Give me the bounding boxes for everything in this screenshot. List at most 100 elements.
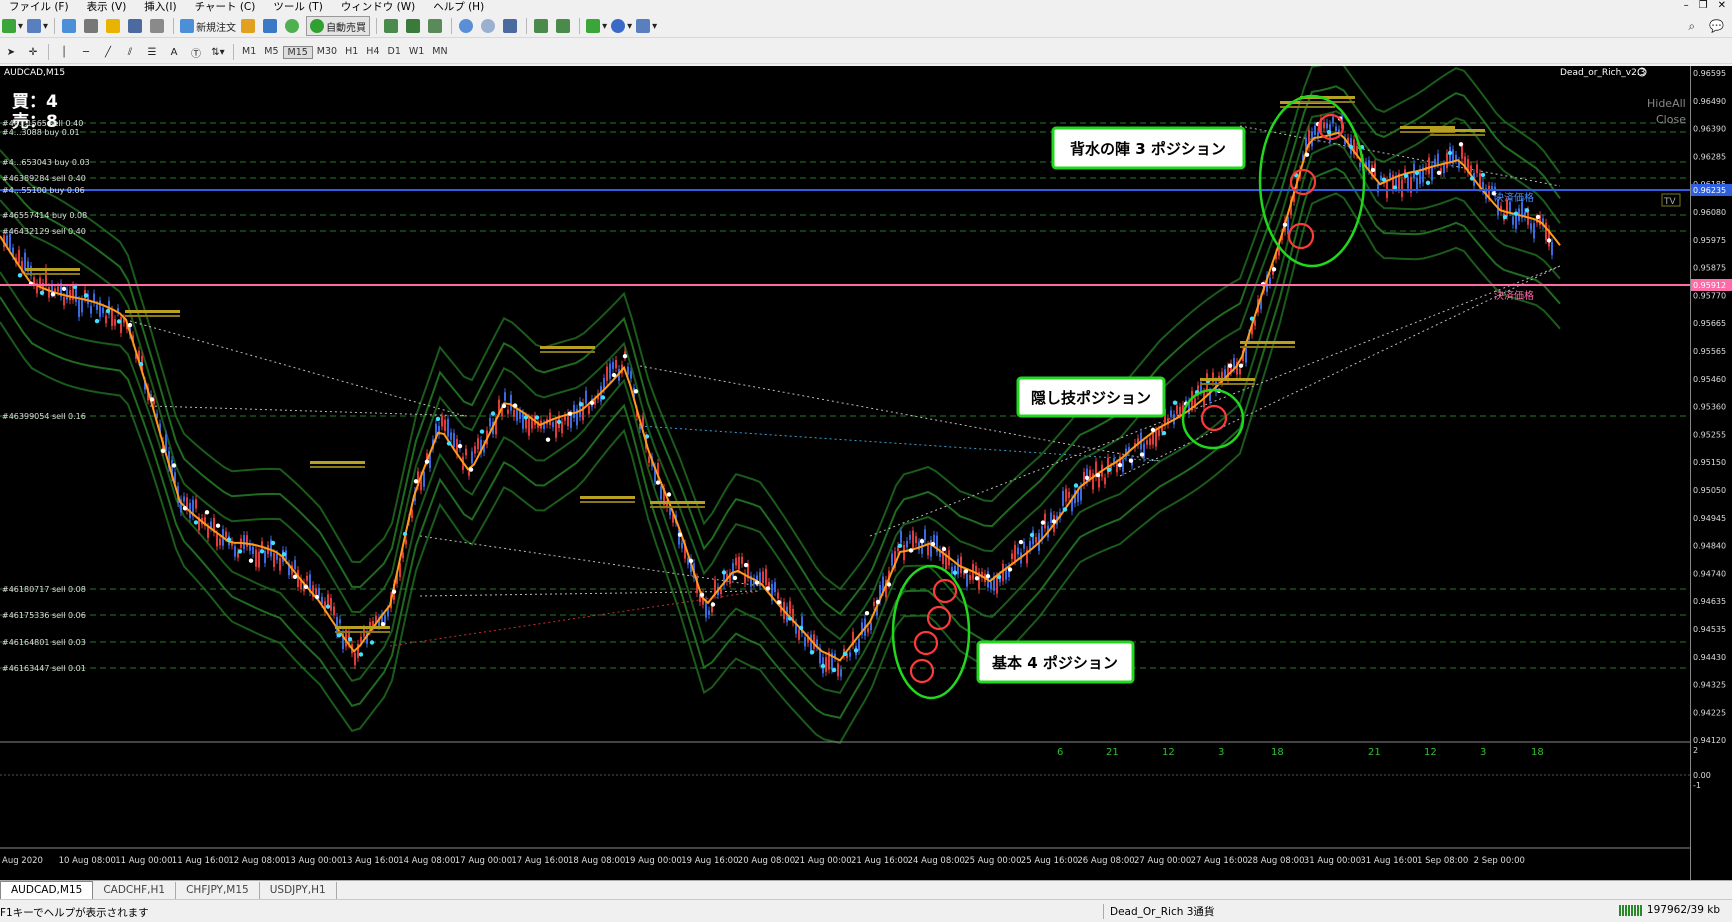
candle-body: [327, 594, 329, 605]
new-chart-button[interactable]: ▾: [2, 17, 23, 35]
minimize-icon[interactable]: –: [1684, 0, 1689, 11]
menu-window[interactable]: ウィンドウ (W): [332, 0, 424, 14]
trade-marker: [1348, 144, 1354, 150]
periods-button[interactable]: ▾: [611, 17, 632, 35]
tile-windows-button[interactable]: [502, 17, 520, 35]
line-chart-button[interactable]: [427, 17, 445, 35]
blue-settle-label: 決済価格: [1494, 191, 1534, 204]
price-axis[interactable]: 0.965950.964900.963900.962850.961850.960…: [1690, 66, 1732, 880]
tf-m30-button[interactable]: M30: [313, 46, 341, 59]
candle-body: [102, 307, 104, 314]
toolbar-separator: [451, 18, 453, 34]
price-tick-label: 0.94430: [1693, 653, 1726, 662]
candle-chart-button[interactable]: [405, 17, 423, 35]
time-tick-label: 28 Aug 08:00: [1247, 856, 1304, 866]
autoscroll-button[interactable]: [533, 17, 551, 35]
tab-cadchf-h1[interactable]: CADCHF,H1: [93, 882, 177, 899]
text-label-button[interactable]: Ⓣ: [187, 43, 205, 61]
symbol-title: AUDCAD,M15: [4, 68, 65, 78]
zoom-in-button[interactable]: [458, 17, 476, 35]
tf-m1-button[interactable]: M1: [238, 46, 260, 59]
time-tick-label: 11 Aug 16:00: [172, 856, 229, 866]
candle-body: [276, 554, 278, 560]
auto-trade-button[interactable]: 自動売買: [306, 16, 371, 36]
channel-button[interactable]: ⫽: [121, 43, 139, 61]
tf-m5-button[interactable]: M5: [260, 46, 282, 59]
crosshair-button[interactable]: ✛: [24, 43, 42, 61]
horizontal-line-button[interactable]: ─: [77, 43, 95, 61]
text-button[interactable]: A: [165, 43, 183, 61]
trendline-button[interactable]: ╱: [99, 43, 117, 61]
candle-body: [840, 669, 842, 677]
candle-body: [279, 558, 281, 571]
trade-marker: [853, 648, 859, 653]
sub-value: 3: [1218, 747, 1224, 758]
menu-insert[interactable]: 挿入(I): [135, 0, 185, 14]
menu-tools[interactable]: ツール (T): [264, 0, 331, 14]
status-profile[interactable]: Dead_Or_Rich 3通貨: [1103, 904, 1214, 919]
tester-button[interactable]: [149, 17, 167, 35]
candle-body: [48, 287, 50, 298]
candle-body: [1551, 242, 1553, 256]
search-icon[interactable]: ⌕: [1688, 19, 1695, 34]
trade-marker: [710, 602, 716, 607]
market-watch-button[interactable]: [61, 17, 79, 35]
tab-usdjpy-h1[interactable]: USDJPY,H1: [260, 882, 337, 899]
terminal-button[interactable]: [127, 17, 145, 35]
cursor-button[interactable]: ➤: [2, 43, 20, 61]
data-window-button[interactable]: [83, 17, 101, 35]
vertical-line-button[interactable]: │: [55, 43, 73, 61]
trade-marker: [1381, 177, 1387, 182]
trade-marker: [1436, 170, 1442, 175]
chart-shift-button[interactable]: [555, 17, 573, 35]
order-label: #4...653043 buy 0.03: [2, 158, 90, 167]
menu-file[interactable]: ファイル (F): [0, 0, 78, 14]
new-order-button[interactable]: 新規注文: [180, 17, 236, 35]
close-icon[interactable]: ✕: [1718, 0, 1726, 11]
trade-marker: [292, 574, 298, 579]
menu-view[interactable]: 表示 (V): [78, 0, 136, 14]
close-chart-button[interactable]: Close: [1656, 113, 1686, 126]
tf-d1-button[interactable]: D1: [384, 46, 405, 59]
trade-marker: [435, 416, 441, 422]
indicators-button[interactable]: ▾: [586, 17, 607, 35]
candle-body: [1443, 164, 1445, 173]
arrows-button[interactable]: ⇅▾: [209, 43, 227, 61]
candle-body: [1023, 542, 1025, 549]
candle-body: [837, 663, 839, 677]
trade-marker: [1238, 363, 1244, 368]
time-tick-label: 12 Aug 08:00: [228, 856, 285, 866]
candle-body: [1176, 405, 1178, 415]
zoom-out-button[interactable]: [480, 17, 498, 35]
candle-body: [405, 539, 407, 545]
tf-m15-button[interactable]: M15: [282, 45, 313, 59]
fibo-button[interactable]: ☰: [143, 43, 161, 61]
trade-marker: [985, 574, 991, 579]
menu-help[interactable]: ヘルプ (H): [424, 0, 493, 14]
tf-w1-button[interactable]: W1: [405, 46, 428, 59]
restore-icon[interactable]: ❐: [1699, 0, 1708, 11]
toolbar-separator: [526, 18, 528, 34]
candle-body: [225, 531, 227, 538]
candle-body: [1224, 369, 1226, 377]
candle-body: [450, 432, 452, 440]
signals-button[interactable]: [262, 17, 280, 35]
tab-audcad-m15[interactable]: AUDCAD,M15: [0, 881, 94, 899]
star-icon: [106, 19, 121, 33]
profiles-button[interactable]: ▾: [27, 17, 48, 35]
tf-h4-button[interactable]: H4: [362, 46, 383, 59]
price-tick-label: 0.95050: [1693, 486, 1726, 495]
tf-h1-button[interactable]: H1: [341, 46, 362, 59]
market-button[interactable]: [284, 17, 302, 35]
tf-mn-button[interactable]: MN: [428, 46, 451, 59]
templates-button[interactable]: ▾: [636, 17, 657, 35]
bar-chart-button[interactable]: [383, 17, 401, 35]
price-chart[interactable]: AUDCAD,M15 Dead_or_Rich_v2.3 買：4 売：8 Hid…: [0, 66, 1690, 880]
navigator-button[interactable]: [105, 17, 123, 35]
menu-chart[interactable]: チャート (C): [186, 0, 265, 14]
hideall-button[interactable]: HideAll: [1647, 97, 1686, 110]
tab-chfjpy-m15[interactable]: CHFJPY,M15: [176, 882, 260, 899]
chat-icon[interactable]: 💬: [1709, 19, 1724, 34]
haisui-callout: 背水の陣 3 ポジション: [1051, 126, 1246, 170]
metaeditor-button[interactable]: [240, 17, 258, 35]
